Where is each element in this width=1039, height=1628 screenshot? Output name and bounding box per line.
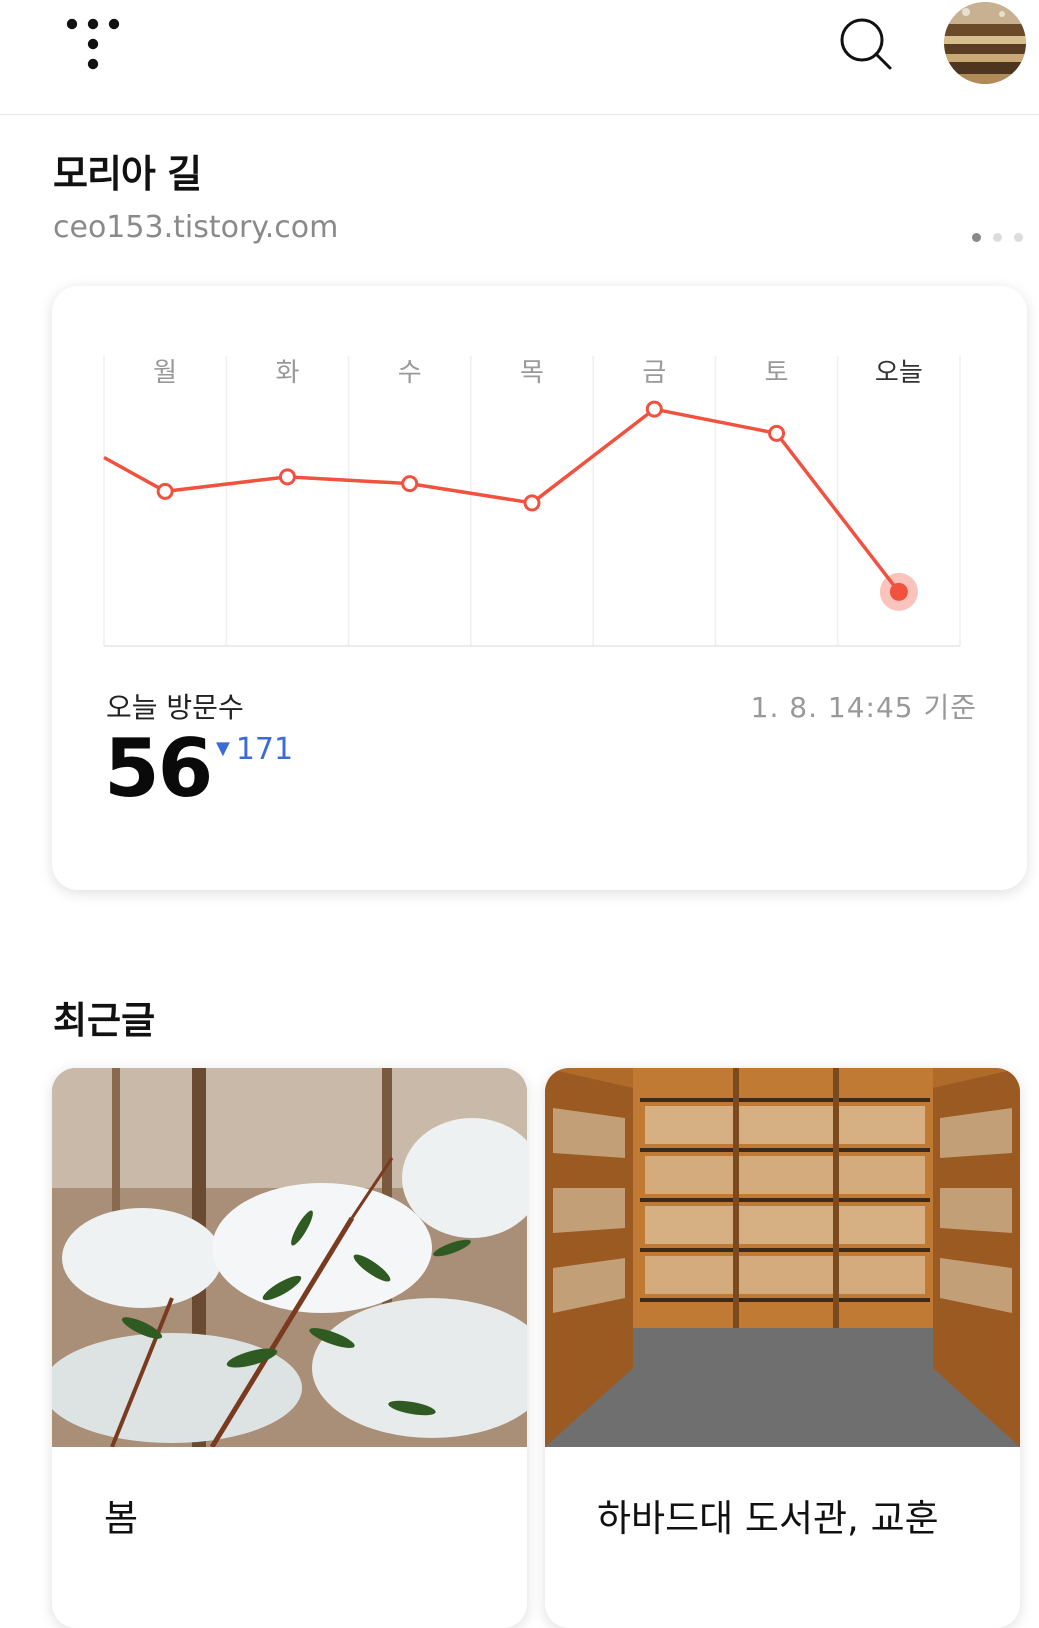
- pager-dot[interactable]: [1014, 233, 1023, 242]
- x-tick-label: 수: [398, 358, 422, 388]
- x-tick-label: 오늘: [875, 358, 923, 388]
- x-tick-label: 목: [520, 358, 544, 388]
- post-title[interactable]: 하바드대 도서관, 교훈: [597, 1488, 939, 1542]
- today-data-point[interactable]: [889, 582, 908, 601]
- top-bar: [0, 0, 1039, 115]
- post-thumbnail: [52, 1068, 527, 1447]
- x-tick-label: 금: [642, 358, 666, 388]
- recent-posts-title: 최근글: [53, 999, 156, 1042]
- blog-url[interactable]: ceo153.tistory.com: [53, 210, 338, 245]
- carousel-pager: [972, 233, 1032, 245]
- down-triangle-icon: ▼: [216, 738, 230, 759]
- stats-timestamp: 1. 8. 14:45 기준: [750, 691, 977, 724]
- today-visit-count: 56: [104, 722, 213, 815]
- visitor-line-chart: 월 화 수 목 금 토 오늘: [103, 356, 961, 647]
- data-point[interactable]: [401, 475, 419, 493]
- search-icon[interactable]: [838, 16, 894, 72]
- pager-dot[interactable]: [993, 233, 1002, 242]
- post-card[interactable]: 봄: [52, 1068, 527, 1628]
- pager-dot-active[interactable]: [972, 233, 981, 242]
- data-point[interactable]: [523, 494, 541, 512]
- visit-delta: ▼ 171: [216, 732, 293, 767]
- today-visits-label: 오늘 방문수: [106, 691, 244, 724]
- post-card[interactable]: 하바드대 도서관, 교훈: [545, 1068, 1020, 1628]
- data-point[interactable]: [278, 468, 296, 486]
- post-thumbnail: [545, 1068, 1020, 1447]
- post-title[interactable]: 봄: [104, 1488, 138, 1542]
- visit-delta-value: 171: [235, 732, 294, 767]
- x-tick-label: 토: [765, 358, 789, 388]
- blog-title[interactable]: 모리아 길: [53, 143, 202, 198]
- visitor-stats-card[interactable]: 월 화 수 목 금 토 오늘 오늘 방문수 1. 8. 14:45 기준 56 ▼ 171: [52, 286, 1027, 890]
- data-point[interactable]: [645, 400, 663, 418]
- data-point[interactable]: [768, 424, 786, 442]
- data-point[interactable]: [156, 482, 174, 500]
- x-tick-label: 월: [153, 358, 177, 388]
- profile-avatar[interactable]: [944, 2, 1026, 84]
- x-tick-label: 화: [275, 358, 299, 388]
- tistory-logo-icon[interactable]: [66, 18, 122, 74]
